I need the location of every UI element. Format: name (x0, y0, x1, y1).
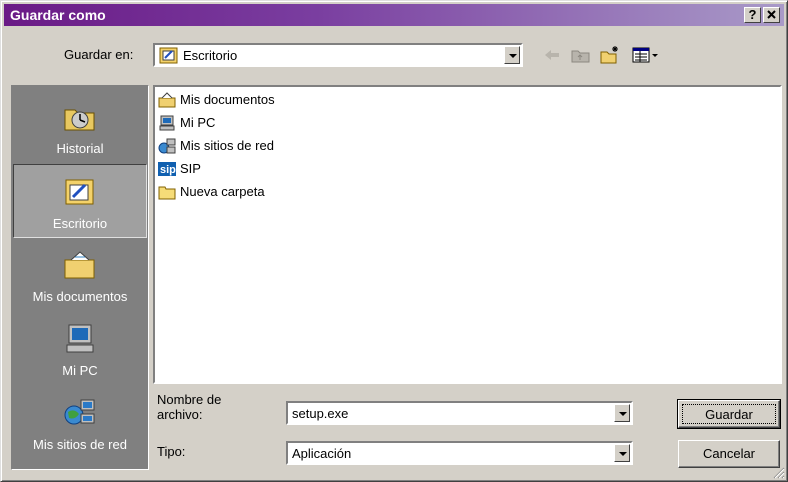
place-label: Escritorio (52, 216, 108, 231)
my-computer-icon (66, 324, 94, 353)
network-places-icon (64, 399, 95, 425)
filetype-value: Aplicación (292, 446, 352, 461)
filename-dropdown-button[interactable] (614, 404, 630, 422)
place-label: Mis sitios de red (33, 437, 127, 452)
filename-label: Nombre de archivo: (157, 392, 221, 422)
filename-label-line1: Nombre de (157, 392, 222, 407)
desktop-small-icon (159, 47, 178, 64)
lookin-value: Escritorio (183, 48, 238, 63)
close-button[interactable] (763, 7, 780, 23)
title-bar[interactable]: Guardar como ? (4, 4, 784, 26)
history-icon (64, 109, 95, 131)
place-mis-sitios-de-red[interactable]: Mis sitios de red (13, 386, 147, 460)
file-name: Mis documentos (180, 92, 275, 107)
window-title: Guardar como (10, 7, 106, 23)
filename-value: setup.exe (292, 406, 349, 421)
up-folder-icon[interactable] (570, 45, 592, 65)
lookin-label: Guardar en: (64, 47, 133, 62)
views-menu-icon[interactable] (631, 45, 661, 65)
sip-app-icon: sip (158, 162, 176, 176)
place-label: Historial (56, 141, 104, 156)
filetype-dropdown-button[interactable] (614, 444, 630, 462)
help-button[interactable]: ? (744, 7, 761, 23)
close-icon (767, 10, 776, 19)
filename-input[interactable]: setup.exe (286, 401, 633, 425)
lookin-label-text: Guardar en: (64, 47, 134, 62)
place-label: Mis documentos (32, 289, 128, 304)
my-computer-icon (159, 115, 175, 131)
network-places-icon (158, 138, 176, 154)
lookin-dropdown-button[interactable] (504, 46, 520, 64)
back-arrow-icon[interactable] (541, 45, 563, 65)
cancel-button[interactable]: Cancelar (678, 440, 780, 468)
folder-icon (158, 186, 176, 200)
place-historial[interactable]: Historial (13, 90, 147, 164)
size-grip-icon[interactable] (771, 465, 785, 479)
save-button[interactable]: Guardar (677, 399, 781, 429)
place-mi-pc[interactable]: Mi PC (13, 312, 147, 386)
place-escritorio[interactable]: Escritorio (13, 164, 147, 238)
filetype-label: Tipo: (157, 444, 186, 459)
filename-label-line2: archivo: (157, 407, 203, 422)
file-list[interactable]: Mis documentos Mi PC Mis sitios de red s… (153, 85, 782, 384)
svg-text:sip: sip (160, 164, 176, 176)
file-name: Mi PC (180, 115, 216, 130)
my-documents-icon (158, 92, 176, 108)
place-mis-documentos[interactable]: Mis documentos (13, 238, 147, 312)
file-name: Nueva carpeta (180, 184, 265, 199)
file-name: SIP (180, 161, 201, 176)
desktop-icon (65, 179, 94, 205)
save-button-label: Guardar (682, 404, 776, 424)
save-as-dialog: Guardar como ? Guardar en: Escritorio Hi… (0, 0, 788, 482)
filetype-select[interactable]: Aplicación (286, 441, 633, 465)
new-folder-icon[interactable] (599, 45, 621, 65)
lookin-combo[interactable]: Escritorio (153, 43, 523, 67)
my-documents-icon (64, 251, 95, 279)
places-bar: Historial Escritorio Mis documentos Mi P… (11, 85, 149, 470)
file-name: Mis sitios de red (180, 138, 274, 153)
place-label: Mi PC (62, 363, 98, 378)
